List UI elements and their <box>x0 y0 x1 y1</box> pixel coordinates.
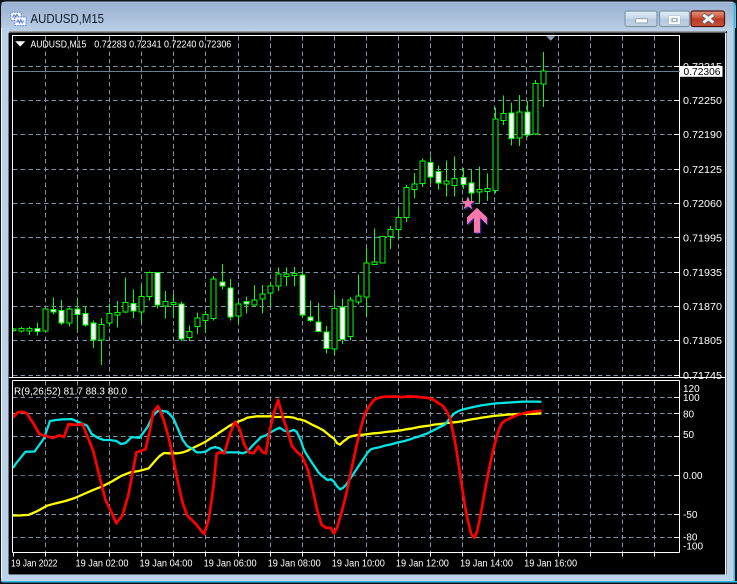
svg-text:0.71745: 0.71745 <box>683 371 722 382</box>
svg-text:AUDUSD,M15: AUDUSD,M15 <box>31 11 105 26</box>
svg-text:R(9,26,52) 81.7 88.3 80.0: R(9,26,52) 81.7 88.3 80.0 <box>14 386 127 397</box>
svg-text:19 Jan 16:00: 19 Jan 16:00 <box>524 559 577 570</box>
svg-text:0.00: 0.00 <box>683 471 703 482</box>
svg-text:50: 50 <box>683 430 695 441</box>
svg-text:0.71995: 0.71995 <box>683 234 722 245</box>
svg-text:100: 100 <box>683 393 700 404</box>
svg-text:0.71805: 0.71805 <box>683 336 722 347</box>
svg-text:19 Jan 08:00: 19 Jan 08:00 <box>268 559 321 570</box>
svg-text:0.71870: 0.71870 <box>683 302 722 313</box>
svg-text:AUDUSD,M15: AUDUSD,M15 <box>31 39 87 50</box>
svg-text:-100: -100 <box>683 542 703 553</box>
svg-text:19 Jan 14:00: 19 Jan 14:00 <box>460 559 513 570</box>
svg-text:0.72060: 0.72060 <box>683 199 722 210</box>
svg-text:0.72250: 0.72250 <box>683 96 722 107</box>
svg-text:0.72306: 0.72306 <box>684 67 721 78</box>
svg-text:0.72283 0.72341 0.72240 0.7230: 0.72283 0.72341 0.72240 0.72306 <box>94 39 231 50</box>
svg-text:19 Jan 06:00: 19 Jan 06:00 <box>204 559 257 570</box>
svg-text:-50: -50 <box>683 510 698 521</box>
svg-text:0.72125: 0.72125 <box>683 165 722 176</box>
svg-text:19 Jan 04:00: 19 Jan 04:00 <box>140 559 193 570</box>
svg-text:19 Jan 12:00: 19 Jan 12:00 <box>396 559 449 570</box>
svg-text:19 Jan 2022: 19 Jan 2022 <box>11 559 58 570</box>
svg-text:0.71935: 0.71935 <box>683 268 722 279</box>
svg-text:19 Jan 02:00: 19 Jan 02:00 <box>76 559 129 570</box>
svg-text:80: 80 <box>683 409 695 420</box>
svg-text:0.72190: 0.72190 <box>683 130 722 141</box>
svg-text:19 Jan 10:00: 19 Jan 10:00 <box>332 559 385 570</box>
